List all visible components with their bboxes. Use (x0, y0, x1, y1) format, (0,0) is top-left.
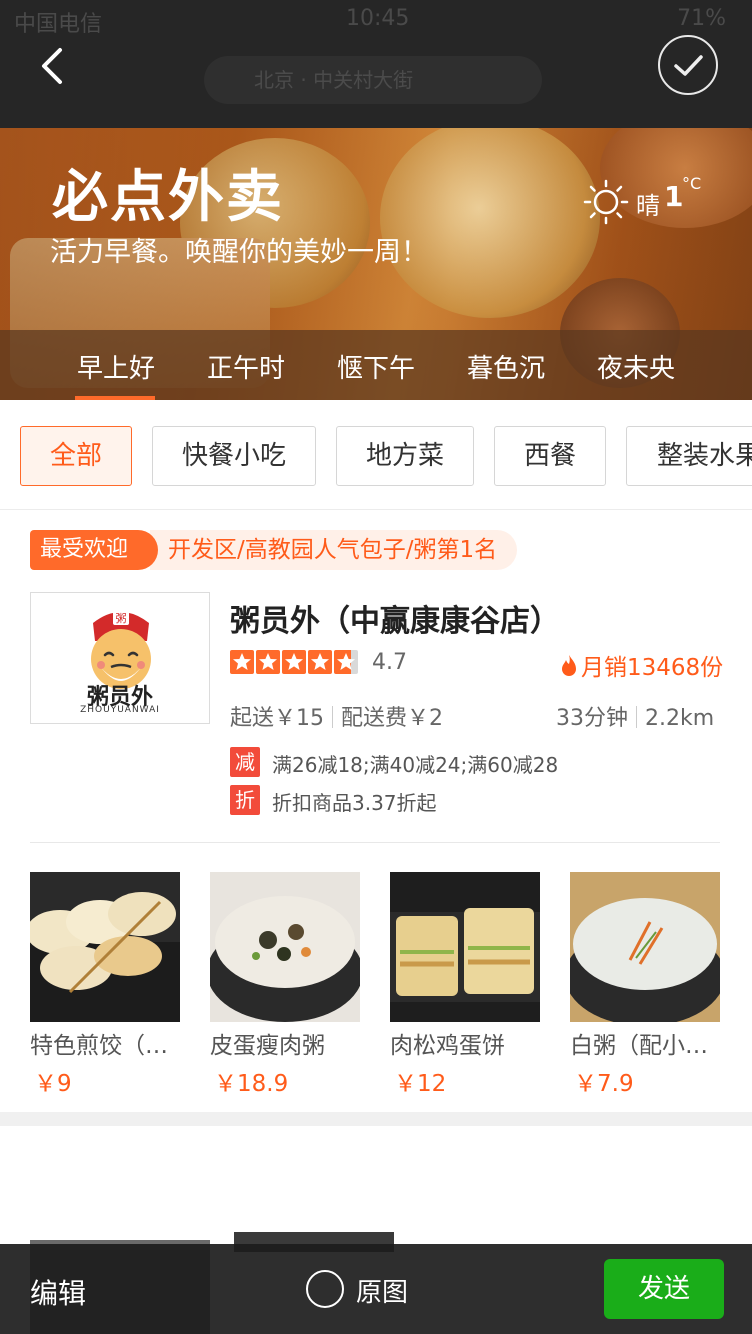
shop-name[interactable]: 粥员外（中赢康康谷店） (230, 596, 560, 640)
dish-name: 特色煎饺（… (30, 1033, 168, 1059)
delivery-fee: 配送费￥2 (341, 706, 443, 731)
ranking-description: 开发区/高教园人气包子/粥第1名 (150, 530, 518, 570)
time-tab-bar: 早上好 正午时 惬下午 暮色沉 夜未央 (0, 330, 752, 400)
divider (0, 509, 752, 510)
filter-western[interactable]: 西餐 (494, 426, 606, 486)
ranking-text: 开发区/高教园人气包子/粥第1名 (168, 537, 498, 563)
hero-banner: 必点外卖 活力早餐。唤醒你的美妙一周！ 晴 1 °C 早上好 正午时 惬下午 暮… (0, 128, 752, 400)
discount-text: 满26减18;满40减24;满60减28 (272, 753, 559, 777)
banner-title: 必点外卖 (52, 165, 284, 230)
star-icon (256, 650, 280, 674)
distance: 2.2km (645, 706, 715, 731)
rebate-text: 折扣商品3.37折起 (272, 791, 437, 815)
filter-fast-food[interactable]: 快餐小吃 (152, 426, 316, 486)
category-filter-row: 全部 快餐小吃 地方菜 西餐 整装水果 (0, 400, 752, 510)
clock: 10:45 (346, 6, 410, 31)
star-half-icon (334, 650, 358, 674)
location-search-pill[interactable]: 北京 · 中关村大街 (204, 56, 542, 104)
top-bar: 中国电信 10:45 71% 北京 · 中关村大街 (0, 0, 752, 128)
dish-name: 皮蛋瘦肉粥 (210, 1033, 325, 1059)
order-info: 起送￥15 配送费￥2 (230, 700, 443, 732)
logo-subtext: ZHOUYUANWAI (80, 705, 160, 715)
section-gap (0, 1112, 752, 1126)
monthly-sales-text: 月销13468份 (581, 655, 724, 681)
chevron-left-icon (42, 48, 62, 84)
edit-button[interactable]: 编辑 (30, 1272, 86, 1312)
dish-name: 白粥（配小… (570, 1033, 708, 1059)
confirm-button[interactable] (658, 35, 718, 95)
delivery-info: 33分钟 2.2km (556, 700, 714, 732)
send-button[interactable]: 发送 (604, 1259, 724, 1319)
filter-all[interactable]: 全部 (20, 426, 132, 486)
tab-night[interactable]: 夜未央 (597, 348, 675, 385)
weather-temp: 1 (664, 180, 684, 213)
svg-text:粥: 粥 (116, 612, 127, 625)
tab-morning[interactable]: 早上好 (77, 348, 155, 385)
dish-price: ￥9 (34, 1071, 72, 1097)
dish-name: 肉松鸡蛋饼 (390, 1033, 505, 1059)
screen: 中国电信 10:45 71% 北京 · 中关村大街 必点外卖 活力早餐。唤醒你的… (0, 0, 752, 1334)
divider (30, 842, 720, 843)
dish-image (210, 872, 360, 1022)
original-image-label[interactable]: 原图 (356, 1272, 408, 1309)
dish-image (570, 872, 720, 1022)
sun-icon (583, 179, 629, 225)
delivery-time: 33分钟 (556, 706, 628, 731)
back-button[interactable] (30, 40, 82, 92)
status-bar: 中国电信 10:45 71% (0, 6, 752, 37)
dish-price: ￥12 (394, 1071, 447, 1097)
original-image-radio[interactable] (306, 1270, 344, 1308)
popular-badge: 最受欢迎 (30, 530, 158, 570)
dish-price: ￥7.9 (574, 1071, 634, 1097)
battery-label: 71% (677, 6, 726, 31)
divider (636, 706, 637, 728)
min-order: 起送￥15 (230, 706, 324, 731)
filter-fruit[interactable]: 整装水果 (626, 426, 752, 486)
filter-local-cuisine[interactable]: 地方菜 (336, 426, 474, 486)
weather-condition: 晴 (636, 192, 660, 220)
carrier-label: 中国电信 (14, 12, 103, 37)
shop-logo[interactable]: 粥 粥员外 ZHOUYUANWAI (30, 592, 210, 724)
discount-tag: 减 (230, 747, 260, 777)
check-icon (674, 55, 703, 76)
dish-price: ￥18.9 (214, 1071, 289, 1097)
star-icon (282, 650, 306, 674)
star-icon (308, 650, 332, 674)
dish-image (30, 872, 180, 1022)
monthly-sales: 月销13468份 (560, 648, 723, 682)
tab-noon[interactable]: 正午时 (207, 348, 285, 385)
tab-afternoon[interactable]: 惬下午 (337, 348, 415, 385)
rebate-tag: 折 (230, 785, 260, 815)
rating-value: 4.7 (372, 650, 407, 675)
star-icon (230, 650, 254, 674)
banner-subtitle: 活力早餐。唤醒你的美妙一周！ (50, 237, 428, 268)
flame-icon (562, 655, 576, 676)
tab-evening[interactable]: 暮色沉 (467, 348, 545, 385)
bottom-bar: 编辑 原图 发送 (0, 1244, 752, 1334)
divider (332, 706, 333, 728)
dish-image (390, 872, 540, 1022)
weather-unit: °C (682, 174, 702, 193)
